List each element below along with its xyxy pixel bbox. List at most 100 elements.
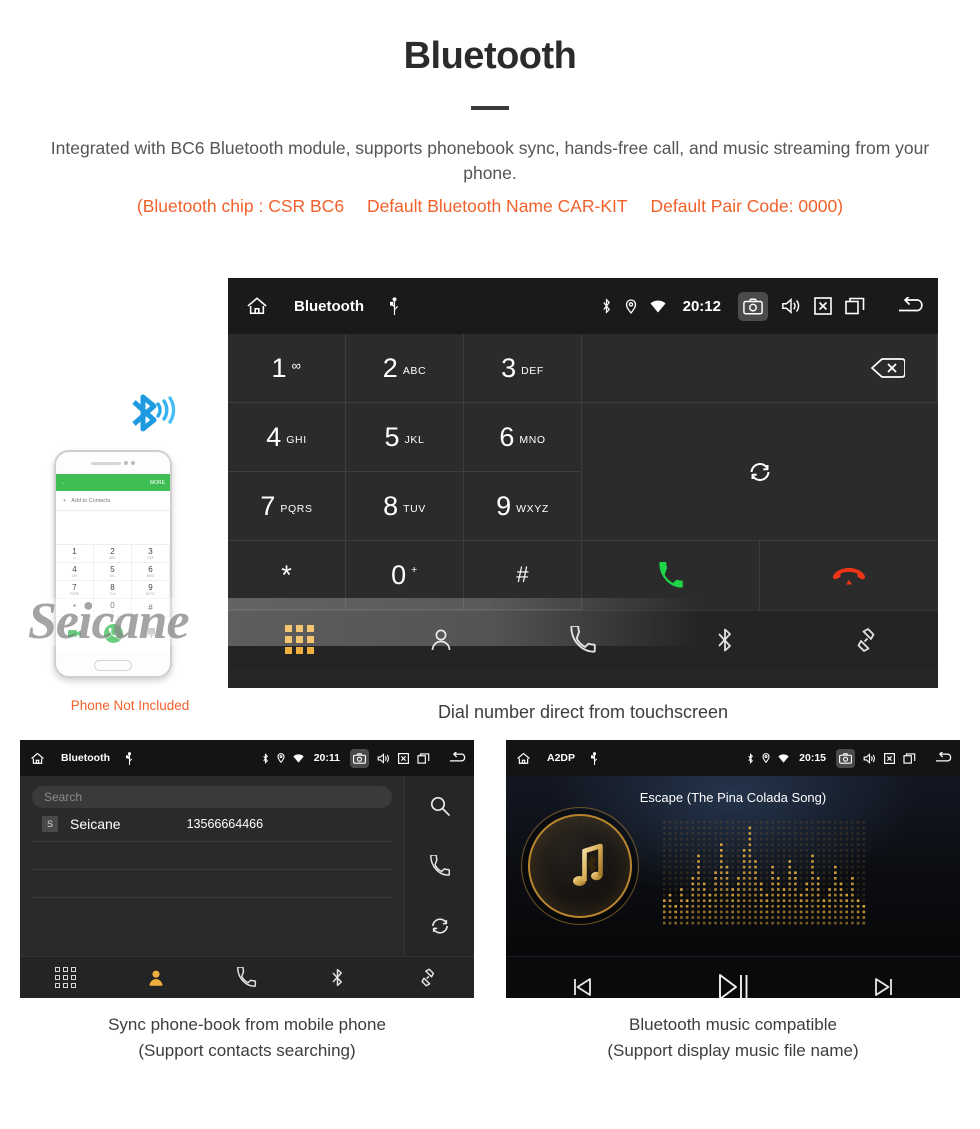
dialpad-icon[interactable] xyxy=(54,967,76,988)
key-subtext: ∞ xyxy=(291,357,302,373)
home-icon[interactable] xyxy=(246,296,268,316)
dial-key-star[interactable]: * xyxy=(228,541,346,610)
bluetooth-icon[interactable] xyxy=(330,967,345,988)
volume-icon[interactable] xyxy=(377,752,390,764)
wifi-icon xyxy=(650,300,666,313)
phonebook-statusbar: Bluetooth 20:11 xyxy=(20,740,474,776)
hangup-button[interactable] xyxy=(760,541,938,610)
contact-row[interactable]: S Seicane 13566664466 xyxy=(32,808,392,842)
music-screen: A2DP 20:15 Escape (The Pina Colada Song) xyxy=(506,740,960,998)
key-number: 4 xyxy=(266,421,282,452)
dialer-statusbar: Bluetooth 20:12 xyxy=(228,278,938,334)
camera-icon[interactable] xyxy=(738,291,768,321)
spec-chip: (Bluetooth chip : CSR BC6 xyxy=(136,195,345,216)
music-clock: 20:15 xyxy=(799,752,826,764)
contact-row-empty xyxy=(32,870,392,898)
dial-key-8[interactable]: 8 TUV xyxy=(346,472,464,541)
call-green-icon xyxy=(657,561,685,590)
phone-keypad: 1 ∞ 2 ABC 3 DEF 4 GHI 5 JKL 6 MNO 7 PQRS 8 TUV 9… xyxy=(56,545,170,617)
dialpad-icon[interactable] xyxy=(284,625,314,654)
dial-key-5[interactable]: 5 JKL xyxy=(346,403,464,472)
bluetooth-signal-icon xyxy=(120,388,184,438)
dial-key-hash[interactable]: # xyxy=(464,541,582,610)
camera-icon[interactable] xyxy=(350,748,369,768)
back-arrow-icon[interactable] xyxy=(934,752,952,764)
phone-key: 8 TUV xyxy=(94,581,132,599)
phone-key: 7 PQRS xyxy=(56,581,94,599)
phone-key: 4 GHI xyxy=(56,563,94,581)
dial-key-0[interactable]: 0 + xyxy=(346,541,464,610)
close-box-icon[interactable] xyxy=(814,297,832,315)
wifi-icon xyxy=(293,753,304,763)
camera-icon[interactable] xyxy=(836,748,855,768)
phone-video-icon xyxy=(68,629,82,638)
home-icon[interactable] xyxy=(516,752,531,765)
back-arrow-icon[interactable] xyxy=(896,297,924,315)
close-box-icon[interactable] xyxy=(398,752,409,764)
dial-key-1[interactable]: 1 ∞ xyxy=(228,334,346,403)
location-pin-icon xyxy=(625,298,637,314)
call-log-icon[interactable] xyxy=(569,625,597,654)
recent-apps-icon[interactable] xyxy=(845,297,865,315)
dot-matrix-equalizer xyxy=(663,821,866,925)
phone-keypad-hide-icon xyxy=(147,627,156,639)
search-input[interactable]: Search xyxy=(32,786,392,808)
phonebook-bottom-nav xyxy=(20,956,474,998)
phone-home-area xyxy=(56,652,170,676)
phone-add-contact: + Add to Contacts xyxy=(56,491,170,511)
contacts-icon[interactable] xyxy=(146,968,166,988)
key-number: * xyxy=(281,559,292,590)
link-icon[interactable] xyxy=(418,967,439,988)
contacts-icon[interactable] xyxy=(428,627,454,653)
next-track-icon[interactable] xyxy=(872,975,896,999)
phone-speaker xyxy=(91,461,121,465)
link-icon[interactable] xyxy=(853,626,881,654)
volume-icon[interactable] xyxy=(863,752,876,764)
previous-track-icon[interactable] xyxy=(570,975,594,999)
music-note-bluetooth-icon xyxy=(521,807,639,925)
dial-key-2[interactable]: 2 ABC xyxy=(346,334,464,403)
dial-key-7[interactable]: 7 PQRS xyxy=(228,472,346,541)
phone-key-num: 7 xyxy=(72,583,77,592)
sync-icon[interactable] xyxy=(429,915,451,937)
phone-key-sub: PQRS xyxy=(69,592,80,596)
key-number: 5 xyxy=(384,421,400,452)
phone-key-sub: DEF xyxy=(147,556,154,560)
key-subtext: TUV xyxy=(403,503,426,515)
phone-key-num: 6 xyxy=(148,565,153,574)
key-subtext: PQRS xyxy=(280,503,313,515)
key-number: 9 xyxy=(496,490,512,521)
home-icon[interactable] xyxy=(30,752,45,765)
contact-initial: S xyxy=(42,816,58,832)
recent-apps-icon[interactable] xyxy=(417,752,430,764)
bluetooth-icon[interactable] xyxy=(715,626,735,654)
close-box-icon[interactable] xyxy=(884,752,895,764)
plus-icon: + xyxy=(63,497,67,504)
usb-icon xyxy=(591,751,598,765)
contact-row-empty xyxy=(32,842,392,870)
call-icon[interactable] xyxy=(429,855,451,877)
phone-key-num: * xyxy=(72,603,77,612)
dial-key-6[interactable]: 6 MNO xyxy=(464,403,582,472)
play-pause-icon[interactable] xyxy=(717,972,749,998)
dial-key-3[interactable]: 3 DEF xyxy=(464,334,582,403)
page-title: Bluetooth xyxy=(403,35,577,77)
location-pin-icon xyxy=(762,753,770,763)
phone-key-sub: ABC xyxy=(109,556,116,560)
dial-key-9[interactable]: 9 WXYZ xyxy=(464,472,582,541)
sync-button[interactable] xyxy=(582,403,938,541)
dialer-caption: Dial number direct from touchscreen xyxy=(437,702,729,722)
bluetooth-icon xyxy=(747,752,754,764)
call-log-icon[interactable] xyxy=(236,967,257,988)
phone-key: 0 + xyxy=(94,599,132,617)
backspace-button[interactable] xyxy=(582,334,938,403)
usb-icon xyxy=(126,751,133,765)
volume-icon[interactable] xyxy=(781,297,801,315)
call-button[interactable] xyxy=(582,541,760,610)
phone-key-sub: + xyxy=(111,610,114,614)
search-icon[interactable] xyxy=(429,795,451,817)
dial-key-4[interactable]: 4 GHI xyxy=(228,403,346,472)
wifi-icon xyxy=(778,753,789,763)
recent-apps-icon[interactable] xyxy=(903,752,916,764)
back-arrow-icon[interactable] xyxy=(448,752,466,764)
